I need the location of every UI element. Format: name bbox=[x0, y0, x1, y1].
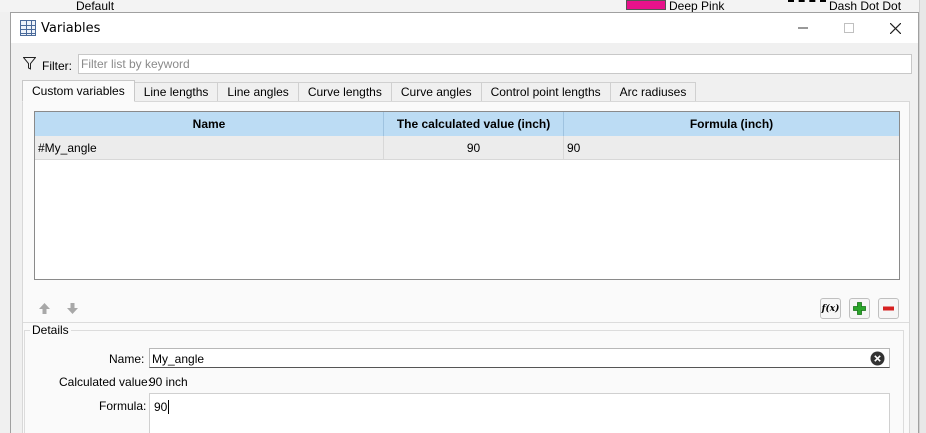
tab-custom-variables[interactable]: Custom variables bbox=[22, 80, 135, 102]
custom-variables-panel: Name The calculated value (inch) Formula… bbox=[22, 101, 910, 433]
filter-funnel-icon bbox=[23, 57, 36, 70]
tab-bar: Custom variables Line lengths Line angle… bbox=[22, 80, 697, 102]
close-button[interactable] bbox=[872, 13, 918, 43]
column-header-calculated-value[interactable]: The calculated value (inch) bbox=[384, 112, 564, 136]
color-name-label[interactable]: Deep Pink bbox=[669, 0, 724, 12]
name-value: My_angle bbox=[152, 352, 205, 366]
table-toolbar: f(x) bbox=[34, 298, 900, 320]
column-header-name[interactable]: Name bbox=[35, 112, 384, 136]
cell-calculated-value[interactable]: 90 bbox=[384, 136, 564, 159]
background-app-edge bbox=[919, 0, 926, 433]
move-up-icon bbox=[39, 303, 50, 314]
remove-variable-button[interactable] bbox=[878, 298, 899, 319]
tab-line-lengths[interactable]: Line lengths bbox=[134, 82, 219, 102]
tab-line-angles[interactable]: Line angles bbox=[218, 82, 299, 102]
table-row[interactable]: #My_angle 90 90 bbox=[35, 136, 899, 160]
separator bbox=[23, 322, 909, 323]
table-grid-icon bbox=[20, 20, 36, 36]
add-variable-button[interactable] bbox=[849, 298, 870, 319]
window-title: Variables bbox=[41, 21, 101, 36]
filter-input[interactable] bbox=[78, 54, 912, 74]
tab-arc-radiuses[interactable]: Arc radiuses bbox=[610, 82, 697, 102]
minimize-icon bbox=[798, 27, 808, 29]
preset-dropdown[interactable]: Default bbox=[76, 0, 114, 12]
formula-text: 90 bbox=[154, 400, 168, 414]
move-up-button[interactable] bbox=[34, 298, 55, 319]
insert-function-button[interactable]: f(x) bbox=[820, 298, 841, 319]
cell-name[interactable]: #My_angle bbox=[35, 136, 384, 159]
move-down-button[interactable] bbox=[62, 298, 83, 319]
formula-editor[interactable]: 90 bbox=[149, 393, 890, 433]
column-header-formula[interactable]: Formula (inch) bbox=[564, 112, 899, 136]
background-toolbar: Default Deep Pink Dash Dot Dot bbox=[0, 0, 926, 12]
close-icon bbox=[889, 22, 901, 34]
formula-label: Formula: bbox=[99, 399, 147, 413]
minimize-button[interactable] bbox=[780, 13, 826, 43]
tab-curve-lengths[interactable]: Curve lengths bbox=[298, 82, 392, 102]
formula-fx-icon: f(x) bbox=[821, 303, 840, 314]
filter-label: Filter: bbox=[42, 59, 72, 73]
name-field[interactable]: My_angle bbox=[149, 348, 890, 368]
move-down-icon bbox=[67, 303, 78, 314]
details-legend: Details bbox=[30, 323, 71, 337]
tab-control-point-lengths[interactable]: Control point lengths bbox=[481, 82, 611, 102]
variables-dialog: Variables Filter: Custom variables Line … bbox=[10, 12, 919, 433]
maximize-icon bbox=[844, 23, 854, 33]
line-style-label[interactable]: Dash Dot Dot bbox=[829, 0, 901, 12]
calculated-value: 90 inch bbox=[149, 375, 188, 389]
remove-minus-icon bbox=[883, 306, 894, 311]
name-label: Name: bbox=[109, 352, 145, 366]
line-style-preview[interactable] bbox=[788, 0, 826, 8]
color-swatch[interactable] bbox=[626, 0, 666, 10]
variables-table[interactable]: Name The calculated value (inch) Formula… bbox=[34, 111, 900, 280]
add-plus-icon bbox=[853, 302, 866, 315]
title-bar[interactable]: Variables bbox=[11, 13, 918, 43]
cell-formula[interactable]: 90 bbox=[564, 136, 899, 159]
calculated-value-label: Calculated value: bbox=[59, 375, 152, 389]
clear-icon[interactable] bbox=[870, 351, 885, 366]
text-caret bbox=[168, 400, 170, 414]
tab-curve-angles[interactable]: Curve angles bbox=[391, 82, 482, 102]
maximize-button[interactable] bbox=[826, 13, 872, 43]
table-header: Name The calculated value (inch) Formula… bbox=[35, 112, 899, 136]
